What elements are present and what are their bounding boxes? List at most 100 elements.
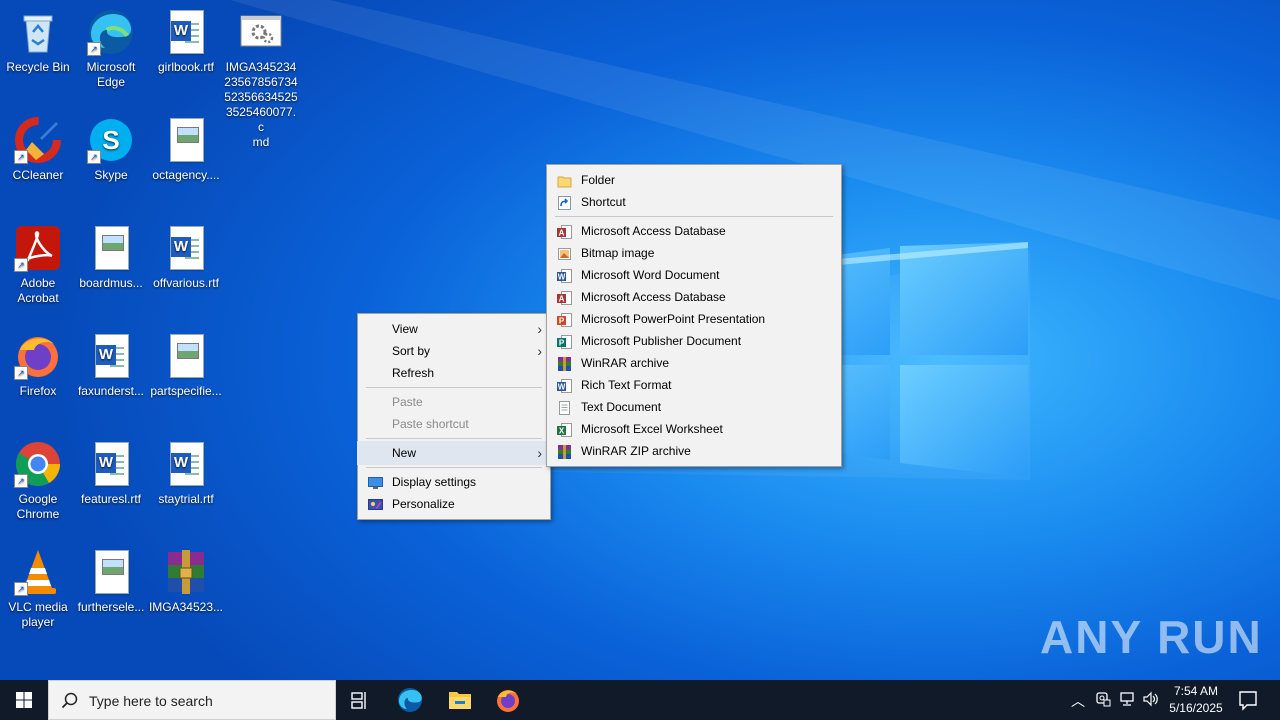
cmd-script-gear-icon (237, 8, 285, 56)
taskbar-search-box[interactable]: Type here to search (48, 680, 336, 720)
desktop-icon-label: CCleaner (12, 168, 64, 182)
svg-text:W: W (558, 273, 566, 282)
word-document-icon: W (87, 440, 135, 488)
submenu-item-access-database-2[interactable]: A Microsoft Access Database (547, 286, 841, 308)
submenu-item-shortcut[interactable]: Shortcut (547, 191, 841, 213)
submenu-item-winrar-archive[interactable]: WinRAR archive (547, 352, 841, 374)
chevron-right-icon: › (537, 445, 542, 461)
powerpoint-icon: P (557, 312, 572, 327)
word-document-icon: W (162, 8, 210, 56)
taskbar-file-explorer-button[interactable] (436, 680, 484, 720)
menu-item-view[interactable]: View › (358, 318, 550, 340)
desktop-icon-imga-rar[interactable]: IMGA34523... (148, 548, 224, 615)
desktop-icon-microsoft-edge[interactable]: ↗ Microsoft Edge (73, 8, 149, 90)
desktop-icon-octagency[interactable]: octagency.... (148, 116, 224, 183)
desktop-icon-label: Firefox (19, 384, 57, 398)
desktop-icon-adobe-acrobat[interactable]: ↗ Adobe Acrobat (0, 224, 76, 306)
edge-icon (398, 688, 422, 712)
svg-text:S: S (102, 125, 119, 155)
firefox-icon (497, 690, 519, 712)
volume-icon[interactable] (1142, 691, 1160, 710)
submenu-item-word-document[interactable]: W Microsoft Word Document (547, 264, 841, 286)
submenu-item-folder[interactable]: Folder (547, 169, 841, 191)
menu-item-display-settings[interactable]: Display settings (358, 471, 550, 493)
submenu-item-label: Microsoft Word Document (581, 268, 720, 282)
submenu-item-access-database[interactable]: A Microsoft Access Database (547, 220, 841, 242)
desktop-icon-label: offvarious.rtf (153, 276, 219, 290)
desktop-icon-skype[interactable]: S ↗ Skype (73, 116, 149, 183)
menu-separator (555, 216, 833, 217)
desktop-icon-staytrial[interactable]: W staytrial.rtf (148, 440, 224, 507)
shortcut-arrow-icon: ↗ (14, 582, 28, 596)
desktop-icon-girlbook[interactable]: W girlbook.rtf (148, 8, 224, 75)
menu-item-personalize[interactable]: Personalize (358, 493, 550, 515)
desktop-icon-imga-cmd[interactable]: IMGA345234 23567856734 52356634525 35254… (223, 8, 299, 150)
start-button[interactable] (0, 680, 48, 720)
desktop-icon-partspecifie[interactable]: partspecifie... (148, 332, 224, 399)
taskbar-edge-button[interactable] (386, 680, 434, 720)
submenu-item-excel-worksheet[interactable]: X Microsoft Excel Worksheet (547, 418, 841, 440)
desktop-icon-furthersele[interactable]: furthersele... (73, 548, 149, 615)
desktop-icon-label: boardmus... (79, 276, 143, 290)
firefox-icon: ↗ (14, 332, 62, 380)
desktop-icon-vlc[interactable]: ↗ VLC media player (0, 548, 76, 630)
desktop-background[interactable]: Recycle Bin ↗ CCleaner ↗ Adobe Acrobat ↗… (0, 0, 1280, 680)
ccleaner-icon: ↗ (14, 116, 62, 164)
submenu-item-bitmap-image[interactable]: Bitmap image (547, 242, 841, 264)
submenu-item-label: Microsoft PowerPoint Presentation (581, 312, 766, 326)
svg-text:A: A (559, 295, 565, 304)
network-icon[interactable] (1118, 691, 1136, 710)
submenu-item-rich-text-format[interactable]: W Rich Text Format (547, 374, 841, 396)
taskbar-firefox-button[interactable] (484, 680, 532, 720)
task-view-icon (351, 692, 366, 709)
desktop-icon-google-chrome[interactable]: ↗ Google Chrome (0, 440, 76, 522)
submenu-item-label: Microsoft Excel Worksheet (581, 422, 723, 436)
menu-item-refresh[interactable]: Refresh (358, 362, 550, 384)
submenu-item-label: WinRAR ZIP archive (581, 444, 691, 458)
desktop-icon-offvarious[interactable]: W offvarious.rtf (148, 224, 224, 291)
submenu-item-label: Microsoft Access Database (581, 290, 726, 304)
search-placeholder: Type here to search (89, 693, 213, 709)
submenu-item-text-document[interactable]: Text Document (547, 396, 841, 418)
submenu-item-label: WinRAR archive (581, 356, 670, 370)
notification-icon (1239, 691, 1257, 711)
vlc-cone-icon: ↗ (14, 548, 62, 596)
taskbar-clock[interactable]: 7:54 AM 5/16/2025 (1160, 683, 1232, 717)
taskbar: Type here to search ︿ 7:54 AM 5/16/2025 (0, 680, 1280, 720)
desktop-icon-boardmus[interactable]: boardmus... (73, 224, 149, 291)
winrar-archive-icon (162, 548, 210, 596)
menu-item-paste[interactable]: Paste (358, 391, 550, 413)
clock-time: 7:54 AM (1173, 684, 1219, 698)
desktop-icon-label: furthersele... (77, 600, 145, 614)
menu-item-new[interactable]: New › (357, 441, 551, 465)
notifications-button[interactable] (1224, 680, 1272, 720)
desktop-icon-recycle-bin[interactable]: Recycle Bin (0, 8, 76, 75)
chevron-up-icon[interactable]: ︿ (1071, 691, 1085, 711)
submenu-item-powerpoint-presentation[interactable]: P Microsoft PowerPoint Presentation (547, 308, 841, 330)
menu-separator (366, 438, 542, 439)
desktop-icon-ccleaner[interactable]: ↗ CCleaner (0, 116, 76, 183)
menu-item-label: Sort by (392, 344, 431, 358)
menu-item-label: View (392, 322, 418, 336)
desktop-icon-faxunderst[interactable]: W faxunderst... (73, 332, 149, 399)
word-document-icon: W (162, 224, 210, 272)
submenu-item-winrar-zip-archive[interactable]: WinRAR ZIP archive (547, 440, 841, 462)
desktop-icon-label: Google Chrome (16, 492, 60, 521)
desktop-icon-featuresl[interactable]: W featuresl.rtf (73, 440, 149, 507)
winrar-icon (557, 444, 572, 459)
submenu-item-publisher-document[interactable]: P Microsoft Publisher Document (547, 330, 841, 352)
menu-item-paste-shortcut[interactable]: Paste shortcut (358, 413, 550, 435)
publisher-icon: P (557, 334, 572, 349)
word-icon: W (557, 268, 572, 283)
desktop-icon-firefox[interactable]: ↗ Firefox (0, 332, 76, 399)
shortcut-arrow-icon: ↗ (87, 150, 101, 164)
image-file-icon (87, 548, 135, 596)
meet-now-icon[interactable] (1095, 691, 1111, 710)
chevron-right-icon: › (537, 343, 542, 359)
task-view-button[interactable] (336, 680, 384, 720)
svg-text:P: P (559, 317, 565, 326)
submenu-item-label: Shortcut (581, 195, 626, 209)
menu-separator (366, 387, 542, 388)
menu-item-sort-by[interactable]: Sort by › (358, 340, 550, 362)
personalize-icon (368, 497, 383, 511)
